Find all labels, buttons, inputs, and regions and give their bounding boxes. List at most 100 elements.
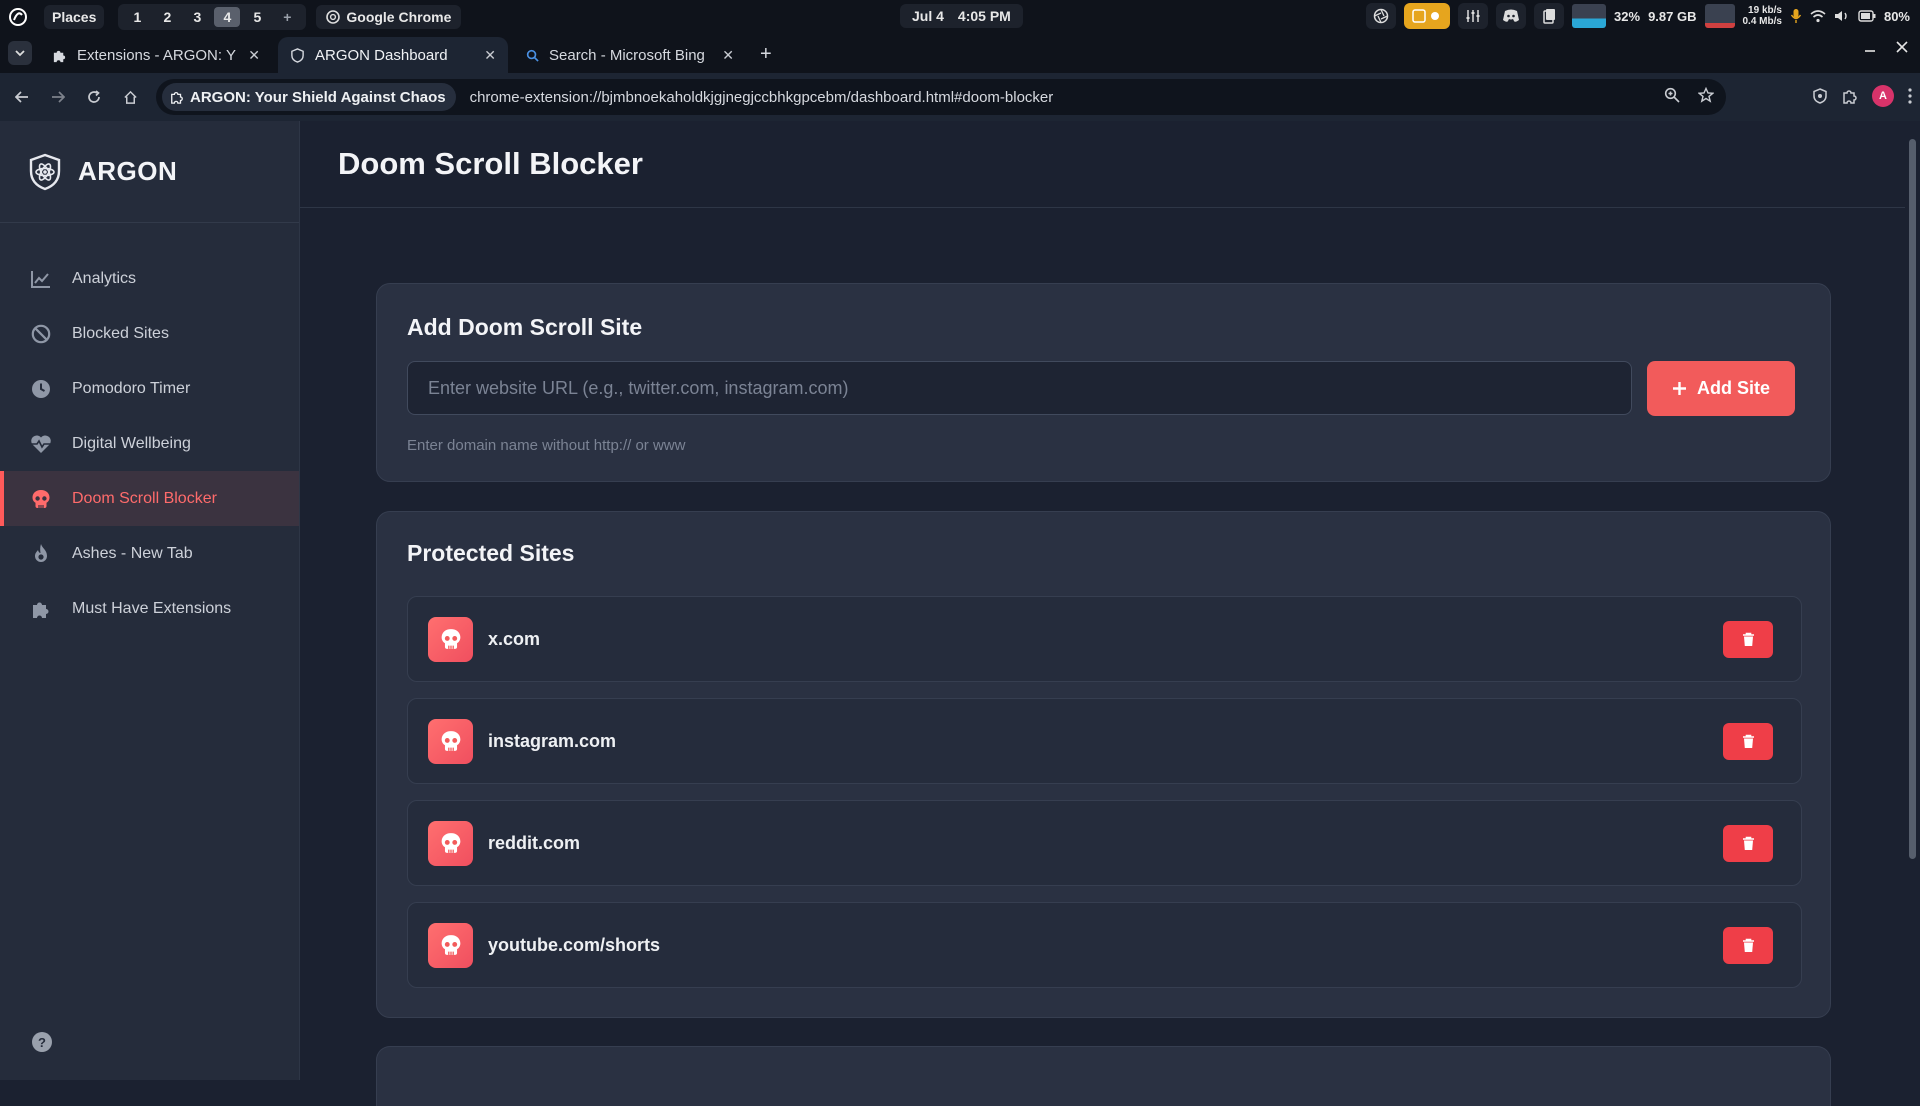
protected-sites-card: Protected Sites x.com instagram.com redd…	[376, 511, 1831, 1018]
brand-name: ARGON	[78, 156, 178, 186]
skull-icon	[428, 922, 473, 968]
tab-bing-search[interactable]: Search - Microsoft Bing ✕	[514, 37, 746, 73]
puzzle-icon	[30, 598, 52, 620]
workspace-3[interactable]: 3	[184, 7, 210, 27]
volume-icon[interactable]	[1834, 9, 1850, 23]
active-app-indicator[interactable]: Google Chrome	[316, 4, 462, 29]
site-name: ARGON: Your Shield Against Chaos	[190, 88, 446, 106]
reload-icon	[88, 90, 100, 103]
microphone-icon[interactable]	[1790, 8, 1802, 24]
bookmark-star-icon[interactable]	[1698, 87, 1714, 103]
help-button[interactable]: ?	[32, 1032, 52, 1052]
sidebar-item-label: Digital Wellbeing	[72, 434, 191, 452]
zoom-icon[interactable]	[1664, 87, 1680, 103]
tab-title: Search - Microsoft Bing	[549, 46, 705, 64]
kebab-menu-icon[interactable]	[1908, 88, 1912, 104]
sidebar-item-analytics[interactable]: Analytics	[0, 251, 299, 306]
input-hint: Enter domain name without http:// or www	[407, 437, 686, 454]
sidebar-item-ashes-new-tab[interactable]: Ashes - New Tab	[0, 526, 299, 581]
new-tab-button[interactable]: +	[760, 43, 772, 66]
site-info-chip[interactable]: ARGON: Your Shield Against Chaos	[162, 83, 456, 111]
clock-time: 4:05 PM	[957, 8, 1011, 24]
memory-usage: 9.87 GB	[1648, 8, 1697, 24]
workspace-4[interactable]: 4	[214, 6, 241, 27]
tab-argon-dashboard[interactable]: ARGON Dashboard ✕	[278, 37, 508, 73]
sidebar-item-doom-scroll-blocker[interactable]: Doom Scroll Blocker	[0, 471, 299, 526]
battery-icon[interactable]	[1858, 10, 1876, 22]
tray-aperture-icon[interactable]	[1366, 3, 1397, 29]
tab-title: ARGON Dashboard	[315, 46, 448, 64]
argon-shield-logo-icon	[29, 153, 61, 190]
forward-button[interactable]	[40, 90, 76, 104]
address-bar[interactable]: ARGON: Your Shield Against Chaos chrome-…	[156, 79, 1726, 115]
tab-search-button[interactable]	[8, 41, 32, 65]
next-card	[376, 1046, 1831, 1106]
battery-level: 80%	[1883, 8, 1910, 24]
tray-equalizer-icon[interactable]	[1458, 3, 1489, 29]
search-icon	[526, 49, 539, 62]
net-down: 0.4 Mb/s	[1742, 16, 1782, 27]
trash-icon	[1742, 632, 1754, 646]
active-app-name: Google Chrome	[346, 8, 452, 25]
sidebar-item-pomodoro-timer[interactable]: Pomodoro Timer	[0, 361, 299, 416]
reload-button[interactable]	[76, 90, 112, 104]
argon-dashboard: ARGON Analytics Blocked Sites Pomodoro T…	[0, 121, 1920, 1106]
extensions-puzzle-icon[interactable]	[1842, 88, 1858, 104]
network-speed: 19 kb/s 0.4 Mb/s	[1743, 5, 1782, 27]
skull-icon	[30, 488, 52, 510]
url-text[interactable]: chrome-extension://bjmbnoekaholdkjgjnegj…	[470, 89, 1054, 106]
site-url-input[interactable]	[407, 361, 1632, 415]
site-name: instagram.com	[488, 730, 617, 751]
protected-sites-title: Protected Sites	[407, 540, 575, 566]
sidebar-item-label: Doom Scroll Blocker	[72, 489, 217, 507]
tray-discord-icon[interactable]	[1496, 3, 1527, 29]
tray-clipboard-icon[interactable]	[1534, 3, 1565, 29]
sidebar-item-label: Pomodoro Timer	[72, 379, 191, 397]
close-icon	[1896, 41, 1908, 53]
argon-extension-icon[interactable]	[1812, 88, 1828, 104]
chrome-icon	[326, 9, 341, 24]
profile-avatar[interactable]: A	[1872, 85, 1894, 107]
clock-icon	[30, 378, 52, 400]
home-button[interactable]	[112, 90, 148, 105]
plus-icon	[1672, 382, 1686, 395]
sidebar-item-digital-wellbeing[interactable]: Digital Wellbeing	[0, 416, 299, 471]
add-site-title: Add Doom Scroll Site	[407, 314, 643, 340]
wifi-icon[interactable]	[1810, 9, 1826, 23]
close-window-button[interactable]	[1896, 41, 1908, 53]
add-site-button[interactable]: Add Site	[1647, 361, 1795, 416]
skull-icon	[428, 718, 473, 764]
tab-title: Extensions - ARGON: Y	[77, 46, 236, 64]
delete-site-button[interactable]	[1723, 621, 1773, 658]
sidebar-item-blocked-sites[interactable]: Blocked Sites	[0, 306, 299, 361]
os-launcher-icon[interactable]	[6, 5, 30, 29]
browser-tab-strip: Extensions - ARGON: Y ✕ ARGON Dashboard …	[0, 33, 1920, 73]
sidebar-item-must-have-extensions[interactable]: Must Have Extensions	[0, 581, 299, 636]
sidebar-nav: Analytics Blocked Sites Pomodoro Timer D…	[0, 251, 299, 636]
tray-recording-icon[interactable]	[1404, 3, 1451, 29]
add-workspace[interactable]: +	[274, 7, 300, 27]
net-up: 19 kb/s	[1748, 5, 1782, 16]
close-icon[interactable]: ✕	[484, 47, 496, 64]
delete-site-button[interactable]	[1723, 723, 1773, 760]
clock[interactable]: Jul 4 4:05 PM	[900, 4, 1023, 28]
puzzle-icon	[53, 50, 66, 62]
workspace-2[interactable]: 2	[154, 7, 180, 27]
close-icon[interactable]: ✕	[722, 47, 734, 64]
scrollbar-thumb[interactable]	[1909, 139, 1916, 859]
close-icon[interactable]: ✕	[248, 47, 260, 64]
delete-site-button[interactable]	[1723, 825, 1773, 862]
workspace-5[interactable]: 5	[244, 7, 270, 27]
places-menu[interactable]: Places	[44, 4, 105, 29]
minimize-icon	[1865, 50, 1875, 52]
site-name: x.com	[488, 628, 541, 649]
back-button[interactable]	[4, 90, 40, 104]
minimize-button[interactable]	[1864, 41, 1876, 53]
workspace-1[interactable]: 1	[124, 7, 150, 27]
main-content: Doom Scroll Blocker Add Doom Scroll Site…	[300, 121, 1905, 1106]
delete-site-button[interactable]	[1723, 927, 1773, 964]
skull-icon	[428, 616, 473, 662]
page-scrollbar[interactable]	[1905, 121, 1920, 1080]
toolbar-actions: A	[1812, 85, 1912, 107]
tab-extensions[interactable]: Extensions - ARGON: Y ✕	[40, 37, 272, 73]
